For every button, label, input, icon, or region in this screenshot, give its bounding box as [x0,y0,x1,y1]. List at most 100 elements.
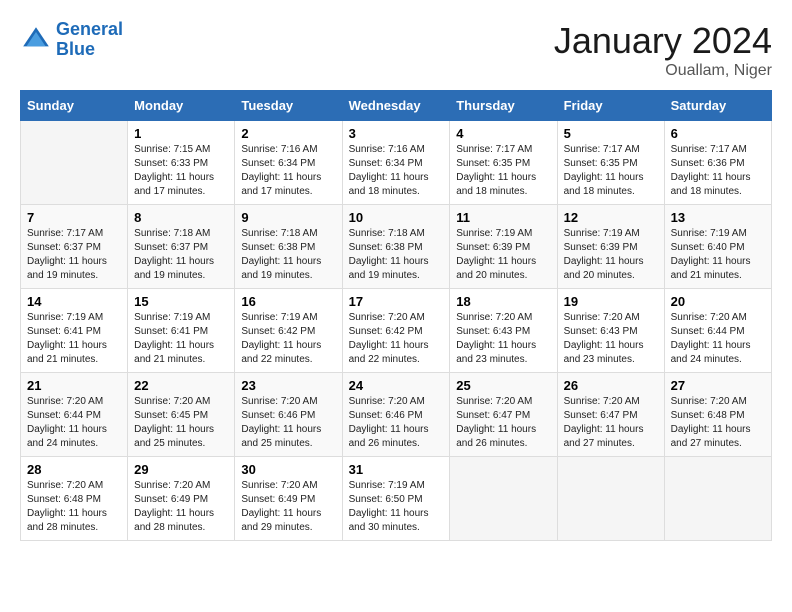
calendar-cell: 8 Sunrise: 7:18 AM Sunset: 6:37 PM Dayli… [128,205,235,289]
calendar-cell: 18 Sunrise: 7:20 AM Sunset: 6:43 PM Dayl… [450,289,557,373]
day-number: 21 [27,378,121,393]
weekday-header: Sunday [21,91,128,121]
day-info: Sunrise: 7:16 AM Sunset: 6:34 PM Dayligh… [349,143,444,199]
day-info: Sunrise: 7:19 AM Sunset: 6:42 PM Dayligh… [241,311,335,367]
calendar-cell [21,121,128,205]
day-number: 29 [134,462,228,477]
calendar-cell: 15 Sunrise: 7:19 AM Sunset: 6:41 PM Dayl… [128,289,235,373]
day-info: Sunrise: 7:17 AM Sunset: 6:36 PM Dayligh… [671,143,765,199]
day-number: 15 [134,294,228,309]
day-info: Sunrise: 7:18 AM Sunset: 6:38 PM Dayligh… [241,227,335,283]
day-info: Sunrise: 7:19 AM Sunset: 6:40 PM Dayligh… [671,227,765,283]
day-info: Sunrise: 7:20 AM Sunset: 6:45 PM Dayligh… [134,395,228,451]
calendar-cell: 3 Sunrise: 7:16 AM Sunset: 6:34 PM Dayli… [342,121,450,205]
day-info: Sunrise: 7:19 AM Sunset: 6:39 PM Dayligh… [456,227,550,283]
calendar-cell: 17 Sunrise: 7:20 AM Sunset: 6:42 PM Dayl… [342,289,450,373]
day-number: 20 [671,294,765,309]
day-info: Sunrise: 7:20 AM Sunset: 6:44 PM Dayligh… [671,311,765,367]
logo-icon [20,24,52,56]
day-info: Sunrise: 7:20 AM Sunset: 6:48 PM Dayligh… [671,395,765,451]
day-info: Sunrise: 7:20 AM Sunset: 6:47 PM Dayligh… [456,395,550,451]
day-number: 4 [456,126,550,141]
day-info: Sunrise: 7:19 AM Sunset: 6:41 PM Dayligh… [27,311,121,367]
day-number: 14 [27,294,121,309]
weekday-header: Thursday [450,91,557,121]
calendar-cell: 16 Sunrise: 7:19 AM Sunset: 6:42 PM Dayl… [235,289,342,373]
calendar-cell: 14 Sunrise: 7:19 AM Sunset: 6:41 PM Dayl… [21,289,128,373]
day-info: Sunrise: 7:19 AM Sunset: 6:41 PM Dayligh… [134,311,228,367]
calendar-week-row: 1 Sunrise: 7:15 AM Sunset: 6:33 PM Dayli… [21,121,772,205]
calendar-cell: 25 Sunrise: 7:20 AM Sunset: 6:47 PM Dayl… [450,373,557,457]
day-number: 2 [241,126,335,141]
day-info: Sunrise: 7:20 AM Sunset: 6:42 PM Dayligh… [349,311,444,367]
calendar-cell: 5 Sunrise: 7:17 AM Sunset: 6:35 PM Dayli… [557,121,664,205]
calendar-cell: 6 Sunrise: 7:17 AM Sunset: 6:36 PM Dayli… [664,121,771,205]
day-number: 6 [671,126,765,141]
day-number: 28 [27,462,121,477]
calendar-week-row: 14 Sunrise: 7:19 AM Sunset: 6:41 PM Dayl… [21,289,772,373]
day-info: Sunrise: 7:20 AM Sunset: 6:47 PM Dayligh… [564,395,658,451]
day-number: 24 [349,378,444,393]
weekday-header: Wednesday [342,91,450,121]
calendar-week-row: 7 Sunrise: 7:17 AM Sunset: 6:37 PM Dayli… [21,205,772,289]
calendar-cell [450,457,557,541]
calendar-cell: 4 Sunrise: 7:17 AM Sunset: 6:35 PM Dayli… [450,121,557,205]
calendar-cell: 13 Sunrise: 7:19 AM Sunset: 6:40 PM Dayl… [664,205,771,289]
calendar-cell: 1 Sunrise: 7:15 AM Sunset: 6:33 PM Dayli… [128,121,235,205]
day-number: 18 [456,294,550,309]
calendar-cell: 22 Sunrise: 7:20 AM Sunset: 6:45 PM Dayl… [128,373,235,457]
weekday-header: Friday [557,91,664,121]
day-number: 31 [349,462,444,477]
calendar-cell: 12 Sunrise: 7:19 AM Sunset: 6:39 PM Dayl… [557,205,664,289]
day-number: 7 [27,210,121,225]
day-number: 10 [349,210,444,225]
calendar-cell: 28 Sunrise: 7:20 AM Sunset: 6:48 PM Dayl… [21,457,128,541]
logo: General Blue [20,20,123,60]
day-info: Sunrise: 7:16 AM Sunset: 6:34 PM Dayligh… [241,143,335,199]
calendar-cell: 11 Sunrise: 7:19 AM Sunset: 6:39 PM Dayl… [450,205,557,289]
day-number: 5 [564,126,658,141]
title-block: January 2024 Ouallam, Niger [554,20,772,80]
day-number: 13 [671,210,765,225]
day-number: 22 [134,378,228,393]
day-info: Sunrise: 7:17 AM Sunset: 6:35 PM Dayligh… [456,143,550,199]
day-info: Sunrise: 7:18 AM Sunset: 6:38 PM Dayligh… [349,227,444,283]
day-number: 11 [456,210,550,225]
day-number: 25 [456,378,550,393]
calendar-cell: 27 Sunrise: 7:20 AM Sunset: 6:48 PM Dayl… [664,373,771,457]
day-number: 1 [134,126,228,141]
day-info: Sunrise: 7:19 AM Sunset: 6:50 PM Dayligh… [349,479,444,535]
day-number: 23 [241,378,335,393]
day-info: Sunrise: 7:20 AM Sunset: 6:44 PM Dayligh… [27,395,121,451]
day-number: 17 [349,294,444,309]
day-number: 26 [564,378,658,393]
calendar-cell: 21 Sunrise: 7:20 AM Sunset: 6:44 PM Dayl… [21,373,128,457]
location-subtitle: Ouallam, Niger [554,62,772,80]
calendar-cell: 24 Sunrise: 7:20 AM Sunset: 6:46 PM Dayl… [342,373,450,457]
day-info: Sunrise: 7:20 AM Sunset: 6:49 PM Dayligh… [241,479,335,535]
day-info: Sunrise: 7:20 AM Sunset: 6:46 PM Dayligh… [241,395,335,451]
day-info: Sunrise: 7:20 AM Sunset: 6:48 PM Dayligh… [27,479,121,535]
calendar-table: SundayMondayTuesdayWednesdayThursdayFrid… [20,90,772,541]
weekday-header: Tuesday [235,91,342,121]
calendar-cell: 29 Sunrise: 7:20 AM Sunset: 6:49 PM Dayl… [128,457,235,541]
day-info: Sunrise: 7:20 AM Sunset: 6:43 PM Dayligh… [456,311,550,367]
day-info: Sunrise: 7:17 AM Sunset: 6:37 PM Dayligh… [27,227,121,283]
day-number: 8 [134,210,228,225]
calendar-cell: 9 Sunrise: 7:18 AM Sunset: 6:38 PM Dayli… [235,205,342,289]
calendar-cell: 10 Sunrise: 7:18 AM Sunset: 6:38 PM Dayl… [342,205,450,289]
day-info: Sunrise: 7:19 AM Sunset: 6:39 PM Dayligh… [564,227,658,283]
day-number: 16 [241,294,335,309]
day-info: Sunrise: 7:17 AM Sunset: 6:35 PM Dayligh… [564,143,658,199]
calendar-cell: 23 Sunrise: 7:20 AM Sunset: 6:46 PM Dayl… [235,373,342,457]
day-info: Sunrise: 7:20 AM Sunset: 6:43 PM Dayligh… [564,311,658,367]
calendar-cell: 30 Sunrise: 7:20 AM Sunset: 6:49 PM Dayl… [235,457,342,541]
calendar-cell [664,457,771,541]
calendar-cell: 7 Sunrise: 7:17 AM Sunset: 6:37 PM Dayli… [21,205,128,289]
calendar-cell: 2 Sunrise: 7:16 AM Sunset: 6:34 PM Dayli… [235,121,342,205]
weekday-header: Saturday [664,91,771,121]
day-number: 3 [349,126,444,141]
calendar-cell [557,457,664,541]
day-info: Sunrise: 7:20 AM Sunset: 6:49 PM Dayligh… [134,479,228,535]
day-number: 9 [241,210,335,225]
